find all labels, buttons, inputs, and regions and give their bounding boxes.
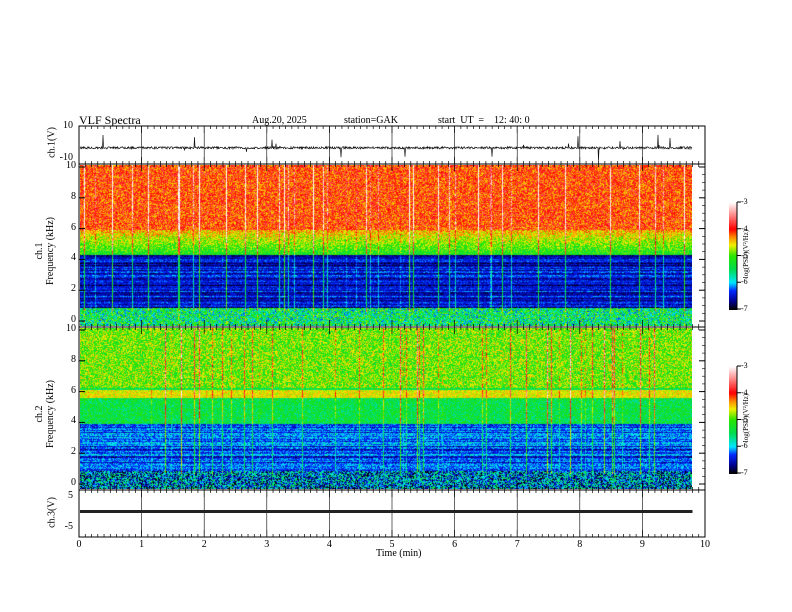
y-tick-label: 6 bbox=[71, 221, 76, 233]
colorbar-tick-label: -4 bbox=[741, 223, 748, 233]
y-tick-label: 2 bbox=[71, 446, 76, 458]
vlf-spectra-figure: VLF Spectra Aug.20, 2025 station=GAK sta… bbox=[0, 0, 792, 612]
y-tick-label: 10 bbox=[63, 120, 73, 131]
x-tick-label: 1 bbox=[139, 539, 145, 550]
x-tick-label: 4 bbox=[326, 539, 332, 550]
y-tick-label: -10 bbox=[59, 152, 73, 163]
colorbar-tick-label: -3 bbox=[741, 361, 748, 370]
x-tick-label: 6 bbox=[452, 539, 458, 550]
y-tick-label: 5 bbox=[68, 490, 73, 501]
axes-overlay bbox=[78, 125, 741, 538]
x-tick-label: 3 bbox=[264, 539, 270, 550]
ch3-waveform-line bbox=[80, 510, 693, 513]
y-tick-label: 8 bbox=[71, 190, 76, 202]
ch1-waveform-ylabel: ch.1(V) bbox=[46, 127, 58, 158]
panel-frame bbox=[78, 163, 706, 328]
x-tick-label: 5 bbox=[389, 539, 395, 550]
colorbar-tick-label: -4 bbox=[741, 387, 748, 397]
y-tick-label: 4 bbox=[71, 252, 76, 264]
frequency-label: Frequency (kHz) bbox=[45, 216, 56, 286]
x-tick-label: 7 bbox=[514, 539, 520, 550]
y-tick-label: 6 bbox=[71, 384, 76, 396]
x-tick-label: 8 bbox=[577, 539, 583, 550]
panel-frame bbox=[78, 326, 706, 491]
ch2-label: ch.2 bbox=[34, 405, 45, 423]
ch2-spectrogram-ylabel: ch.2 Frequency (kHz) bbox=[34, 364, 56, 464]
x-tick-label: 2 bbox=[201, 539, 207, 550]
x-tick-label: 9 bbox=[639, 539, 645, 550]
ch3-waveform-ylabel: ch.3(V) bbox=[46, 497, 58, 528]
y-tick-label: 4 bbox=[71, 415, 76, 427]
ch1-spectrogram-ylabel: ch.1 Frequency (kHz) bbox=[34, 201, 56, 301]
y-tick-label: 8 bbox=[71, 353, 76, 365]
y-tick-label: 2 bbox=[71, 283, 76, 295]
ch1-label: ch.1 bbox=[34, 242, 45, 260]
colorbar-tick-label: -5 bbox=[741, 250, 748, 260]
colorbar-tick-label: -7 bbox=[741, 304, 748, 313]
colorbar-tick-label: -5 bbox=[741, 414, 748, 424]
colorbar-tick-label: -6 bbox=[741, 441, 748, 451]
frequency-label: Frequency (kHz) bbox=[45, 379, 56, 449]
colorbar-tick-label: -6 bbox=[741, 277, 748, 287]
y-tick-label: 10 bbox=[66, 323, 76, 334]
colorbar-tick-label: -7 bbox=[741, 468, 748, 477]
x-tick-label: 10 bbox=[700, 539, 710, 550]
ch1-waveform-line bbox=[79, 134, 693, 161]
y-tick-label: 0 bbox=[71, 477, 76, 488]
colorbar-tick-label: -3 bbox=[741, 197, 748, 206]
y-tick-label: -5 bbox=[64, 521, 73, 532]
x-tick-label: 0 bbox=[76, 539, 82, 550]
